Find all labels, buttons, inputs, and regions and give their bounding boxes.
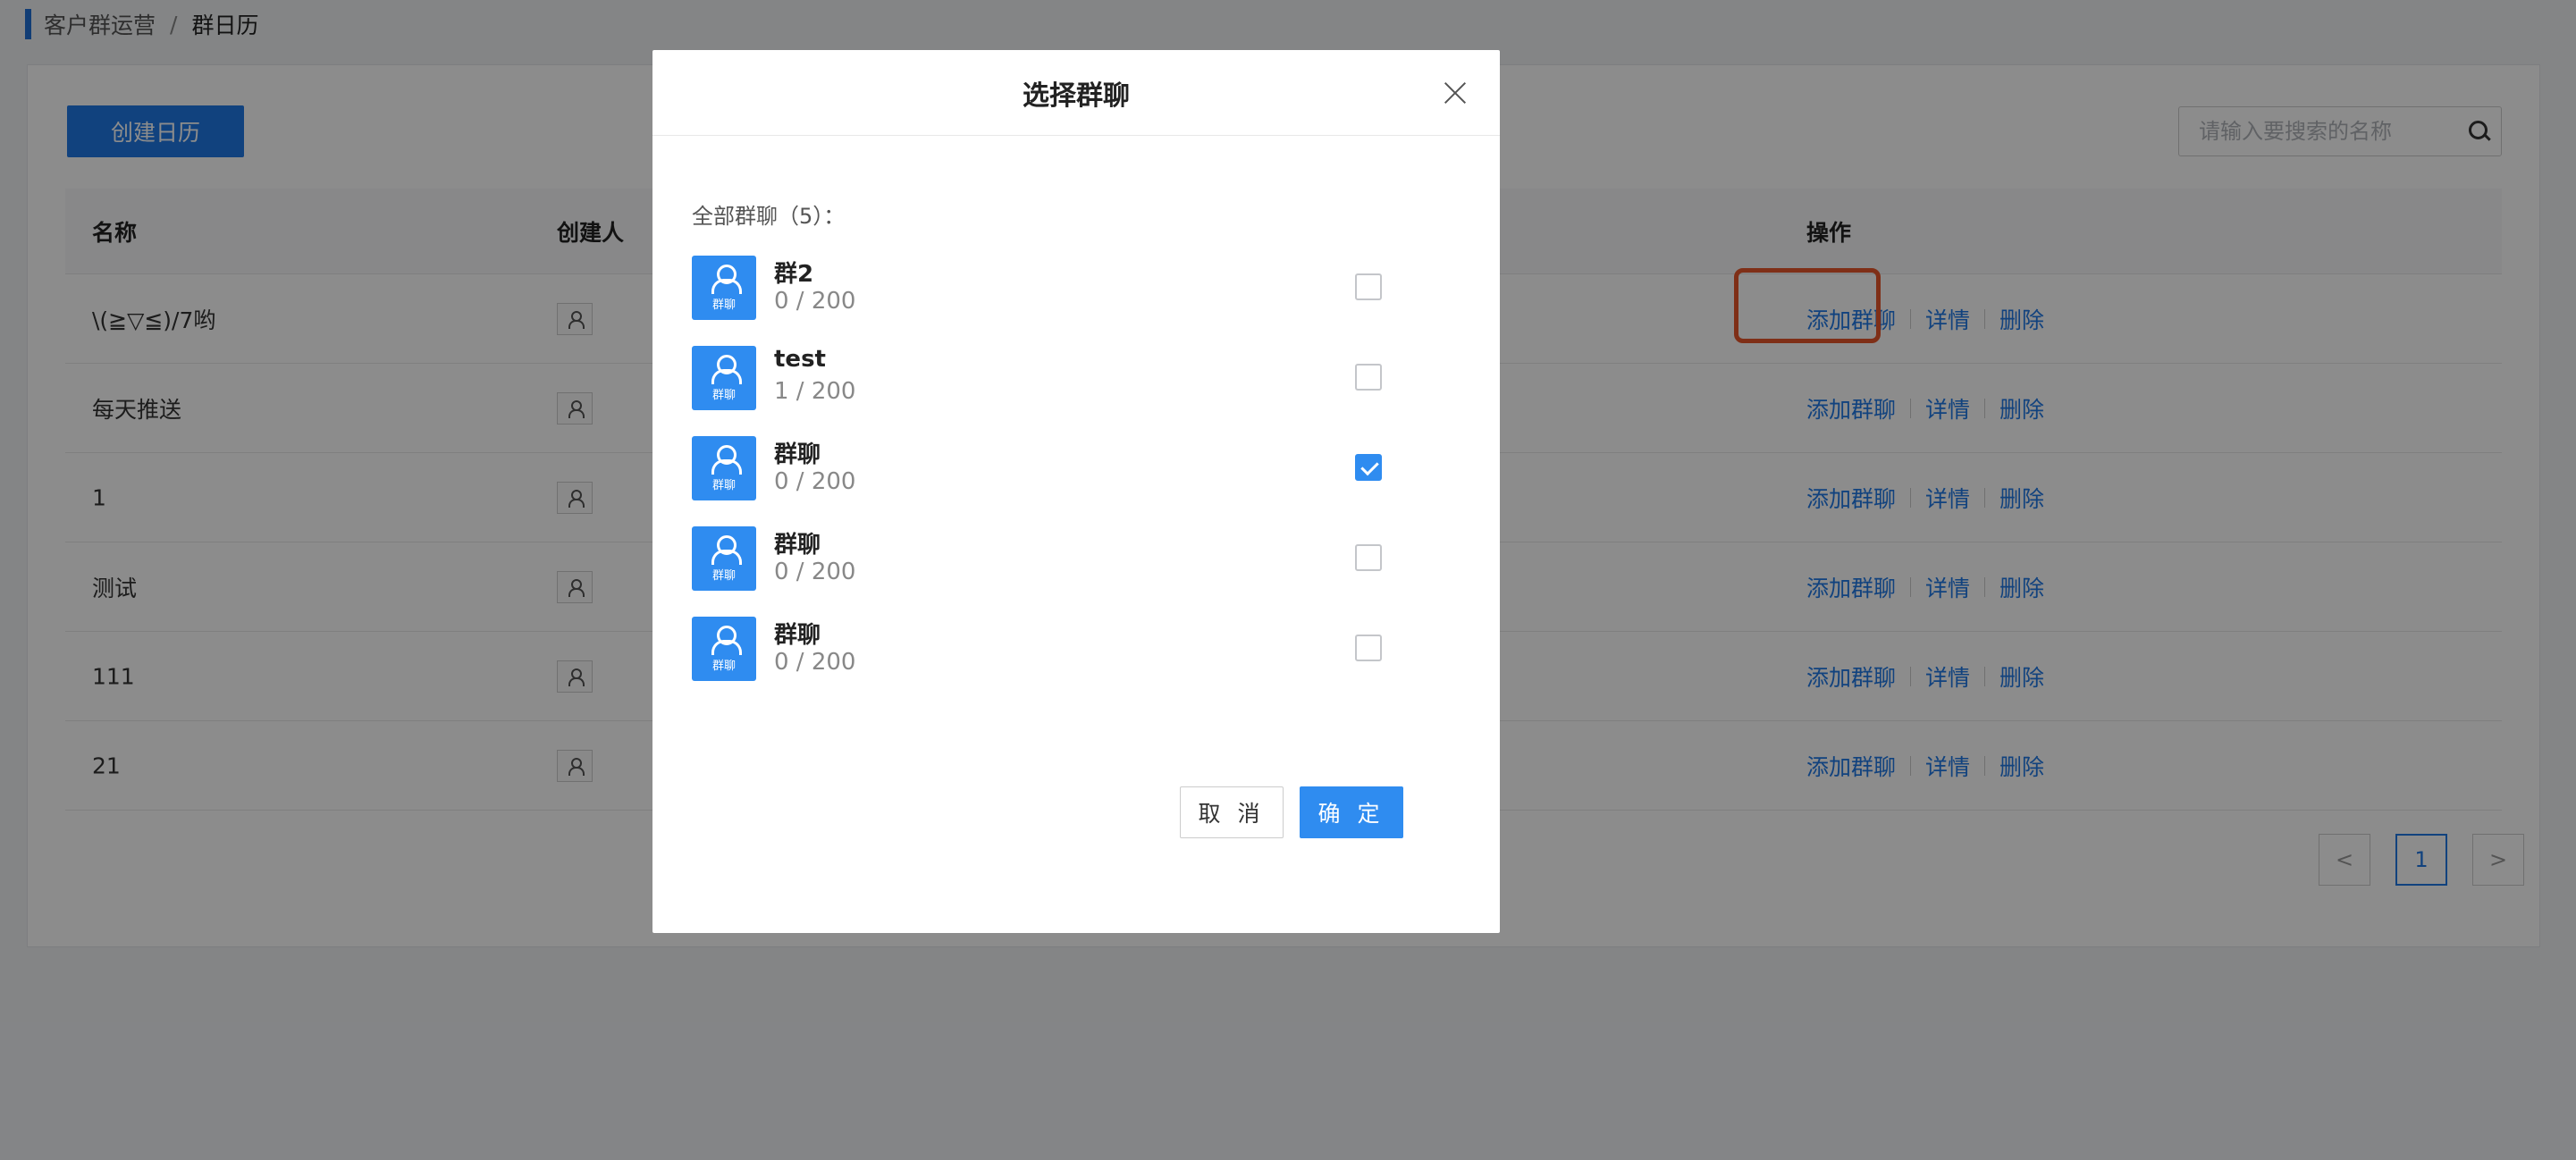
group-checkbox[interactable] xyxy=(1355,635,1382,661)
group-avatar: 群聊 xyxy=(692,526,756,591)
group-member-count: 0 / 200 xyxy=(774,559,856,585)
group-avatar: 群聊 xyxy=(692,346,756,410)
group-checkbox[interactable] xyxy=(1355,364,1382,391)
group-item[interactable]: 群聊 test 1 / 200 xyxy=(692,346,1425,436)
group-chat-icon xyxy=(706,264,742,294)
confirm-button[interactable]: 确 定 xyxy=(1300,786,1403,838)
group-avatar: 群聊 xyxy=(692,436,756,500)
group-name: test xyxy=(774,346,826,373)
group-avatar: 群聊 xyxy=(692,617,756,681)
group-item[interactable]: 群聊 群聊 0 / 200 xyxy=(692,436,1425,526)
cancel-button[interactable]: 取 消 xyxy=(1180,786,1284,838)
group-member-count: 1 / 200 xyxy=(774,378,856,405)
group-item[interactable]: 群聊 群聊 0 / 200 xyxy=(692,617,1425,707)
group-member-count: 0 / 200 xyxy=(774,468,856,495)
group-chat-icon xyxy=(706,444,742,475)
group-chat-icon xyxy=(706,625,742,655)
avatar-label: 群聊 xyxy=(711,298,736,312)
group-name: 群2 xyxy=(774,261,814,288)
select-group-modal: 选择群聊 全部群聊（5）： 群聊 群2 0 / 200 群聊 test 1 / 200 群聊… xyxy=(652,50,1500,933)
group-item[interactable]: 群聊 群2 0 / 200 xyxy=(692,256,1425,346)
group-avatar: 群聊 xyxy=(692,256,756,320)
group-list: 群聊 群2 0 / 200 群聊 test 1 / 200 群聊 群聊 0 / 200 群聊 群聊 0… xyxy=(692,256,1425,707)
group-name: 群聊 xyxy=(774,441,821,468)
group-checkbox[interactable] xyxy=(1355,544,1382,571)
group-member-count: 0 / 200 xyxy=(774,649,856,676)
close-icon[interactable] xyxy=(1443,80,1468,105)
group-chat-icon xyxy=(706,534,742,565)
avatar-label: 群聊 xyxy=(711,568,736,583)
group-name: 群聊 xyxy=(774,622,821,649)
avatar-label: 群聊 xyxy=(711,659,736,673)
modal-header: 选择群聊 xyxy=(652,50,1500,136)
avatar-label: 群聊 xyxy=(711,478,736,492)
modal-title: 选择群聊 xyxy=(1023,80,1130,112)
group-checkbox[interactable] xyxy=(1355,454,1382,481)
avatar-label: 群聊 xyxy=(711,388,736,402)
group-checkbox[interactable] xyxy=(1355,273,1382,300)
group-count-label: 全部群聊（5）： xyxy=(692,204,846,229)
group-name: 群聊 xyxy=(774,532,821,559)
group-item[interactable]: 群聊 群聊 0 / 200 xyxy=(692,526,1425,617)
group-chat-icon xyxy=(706,354,742,384)
group-member-count: 0 / 200 xyxy=(774,288,856,315)
